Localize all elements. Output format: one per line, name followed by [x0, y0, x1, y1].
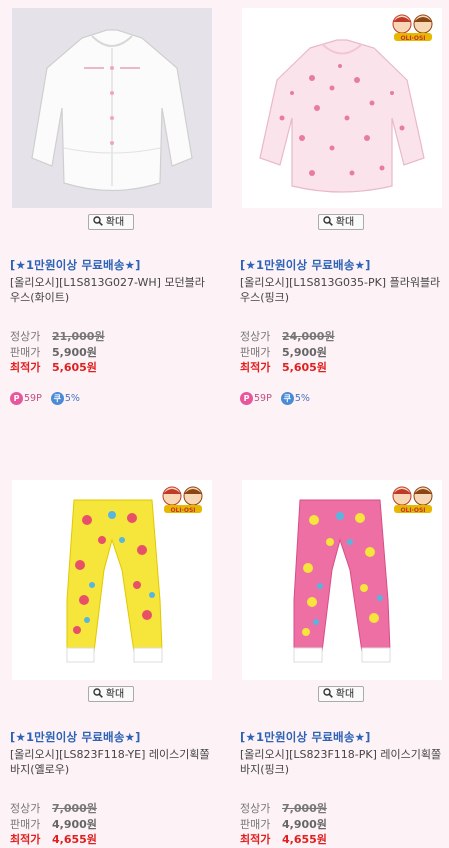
best-price-label: 최적가 [240, 833, 271, 846]
list-price-label: 정상가 [240, 330, 271, 343]
product-image-pink-leggings[interactable]: OLI·OSI [242, 480, 442, 680]
zoom-button[interactable]: 확대 [318, 686, 364, 702]
magnifier-icon [323, 688, 333, 698]
sale-price: 4,900원 [52, 817, 97, 831]
benefit-badges: P 59P 쿠 5% [240, 391, 449, 408]
magnifier-icon [323, 216, 333, 226]
svg-text:OLI·OSI: OLI·OSI [400, 507, 425, 514]
magnifier-icon [93, 688, 103, 698]
best-price: 4,655원 [282, 833, 327, 846]
best-price: 4,655원 [52, 833, 97, 846]
point-p-icon: P [240, 391, 253, 405]
sale-price: 5,900원 [282, 345, 327, 359]
olioshi-logo: OLI·OSI [162, 486, 203, 514]
coupon-icon: 쿠 [280, 391, 294, 405]
zoom-label: 확대 [105, 689, 125, 700]
product-image-pink-flower-blouse[interactable]: OLI·OSI [242, 8, 442, 208]
sale-price-label: 판매가 [10, 345, 41, 359]
coupon-badge: 쿠 5% [50, 391, 80, 405]
sale-price: 5,900원 [52, 345, 97, 359]
zoom-label: 확대 [105, 217, 125, 228]
best-price-label: 최적가 [10, 361, 41, 374]
product-image-white-blouse[interactable] [12, 8, 212, 208]
point-badge: P 59P [240, 391, 272, 405]
list-price-label: 정상가 [10, 802, 41, 815]
sale-price-label: 판매가 [10, 817, 41, 831]
free-shipping-promo[interactable]: [★1만원이상 무료배송★] [240, 729, 449, 745]
coupon-icon: 쿠 [50, 391, 64, 405]
free-shipping-promo[interactable]: [★1만원이상 무료배송★] [240, 257, 449, 273]
list-price: 21,000원 [52, 330, 105, 343]
point-badge: P 59P [10, 391, 42, 405]
benefit-badges: P 59P 쿠 5% [10, 391, 220, 408]
zoom-label: 확대 [335, 689, 355, 700]
zoom-button[interactable]: 확대 [88, 214, 134, 230]
zoom-label: 확대 [335, 217, 355, 228]
product-name[interactable]: [올리오시][L1S813G027-WH] 모던블라우스(화이트) [10, 275, 215, 305]
free-shipping-promo[interactable]: [★1만원이상 무료배송★] [10, 257, 220, 273]
price-block: 정상가 7,000원 판매가 4,900원 최적가 4,655원 [10, 801, 220, 848]
svg-text:OLI·OSI: OLI·OSI [400, 35, 425, 42]
point-p-icon: P [10, 391, 23, 405]
olioshi-logo: OLI·OSI [392, 14, 433, 42]
best-price: 5,605원 [52, 361, 97, 374]
list-price-label: 정상가 [240, 802, 271, 815]
svg-text:OLI·OSI: OLI·OSI [170, 507, 195, 514]
sale-price: 4,900원 [282, 817, 327, 831]
product-image-yellow-leggings[interactable]: OLI·OSI [12, 480, 212, 680]
zoom-button[interactable]: 확대 [318, 214, 364, 230]
coupon-badge: 쿠 5% [280, 391, 310, 405]
list-price: 7,000원 [52, 802, 97, 815]
product-name[interactable]: [올리오시][L1S813G035-PK] 플라워블라우스(핑크) [240, 275, 445, 305]
zoom-button[interactable]: 확대 [88, 686, 134, 702]
product-card: OLI·OSI 확대 [★1만원이상 무료배송★] [올리오시][L1S813G… [240, 8, 449, 408]
price-block: 정상가 24,000원 판매가 5,900원 최적가 5,605원 [240, 329, 449, 376]
product-card: 확대 [★1만원이상 무료배송★] [올리오시][L1S813G027-WH] … [10, 8, 220, 408]
list-price: 24,000원 [282, 330, 335, 343]
price-block: 정상가 7,000원 판매가 4,900원 최적가 4,655원 [240, 801, 449, 848]
product-name[interactable]: [올리오시][LS823F118-YE] 레이스기획쫄바지(옐로우) [10, 747, 215, 777]
list-price: 7,000원 [282, 802, 327, 815]
product-card: OLI·OSI 확대 [★1만원이상 무료배송★] [올리오시][LS823F1… [10, 480, 220, 848]
product-name[interactable]: [올리오시][LS823F118-PK] 레이스기획쫄바지(핑크) [240, 747, 445, 777]
product-card: OLI·OSI 확대 [★1만원이상 무료배송★] [올리오시][LS823F1… [240, 480, 449, 848]
product-grid: 확대 [★1만원이상 무료배송★] [올리오시][L1S813G027-WH] … [0, 0, 449, 848]
best-price-label: 최적가 [240, 361, 271, 374]
magnifier-icon [93, 216, 103, 226]
list-price-label: 정상가 [10, 330, 41, 343]
price-block: 정상가 21,000원 판매가 5,900원 최적가 5,605원 [10, 329, 220, 376]
olioshi-logo: OLI·OSI [392, 486, 433, 514]
free-shipping-promo[interactable]: [★1만원이상 무료배송★] [10, 729, 220, 745]
best-price-label: 최적가 [10, 833, 41, 846]
sale-price-label: 판매가 [240, 345, 271, 359]
best-price: 5,605원 [282, 361, 327, 374]
sale-price-label: 판매가 [240, 817, 271, 831]
